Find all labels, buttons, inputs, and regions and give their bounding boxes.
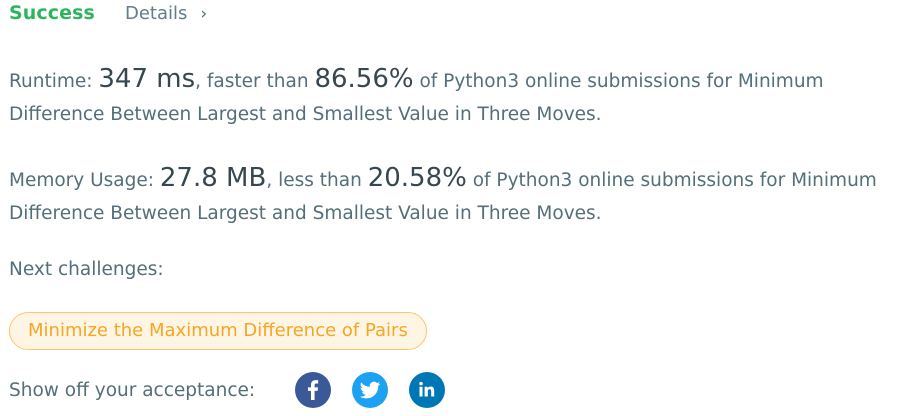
details-link[interactable]: Details › — [125, 3, 207, 24]
runtime-value: 347 ms — [98, 64, 196, 94]
twitter-icon — [359, 381, 381, 399]
status-success: Success — [9, 2, 95, 24]
runtime-label: Runtime: — [9, 71, 99, 92]
details-label: Details — [124, 3, 188, 24]
memory-percent: 20.58% — [367, 163, 467, 193]
facebook-share-button[interactable] — [295, 372, 331, 408]
linkedin-share-button[interactable] — [409, 372, 445, 408]
chevron-right-icon: › — [200, 4, 208, 24]
memory-value: 27.8 MB — [159, 163, 267, 193]
runtime-comparison: , faster than — [195, 71, 315, 92]
memory-label: Memory Usage: — [9, 170, 160, 191]
share-label: Show off your acceptance: — [9, 379, 256, 401]
twitter-share-button[interactable] — [352, 372, 388, 408]
runtime-percent: 86.56% — [314, 64, 414, 94]
next-challenges-label: Next challenges: — [9, 259, 164, 280]
runtime-stat: Runtime: 347 ms, faster than 86.56% of P… — [9, 63, 899, 131]
memory-stat: Memory Usage: 27.8 MB, less than 20.58% … — [9, 162, 899, 230]
share-row: Show off your acceptance: — [9, 372, 466, 408]
facebook-icon — [307, 380, 319, 400]
memory-comparison: , less than — [266, 170, 368, 191]
linkedin-icon — [419, 381, 435, 397]
challenge-tag[interactable]: Minimize the Maximum Difference of Pairs — [9, 312, 427, 350]
result-header: Success Details › — [9, 2, 207, 30]
